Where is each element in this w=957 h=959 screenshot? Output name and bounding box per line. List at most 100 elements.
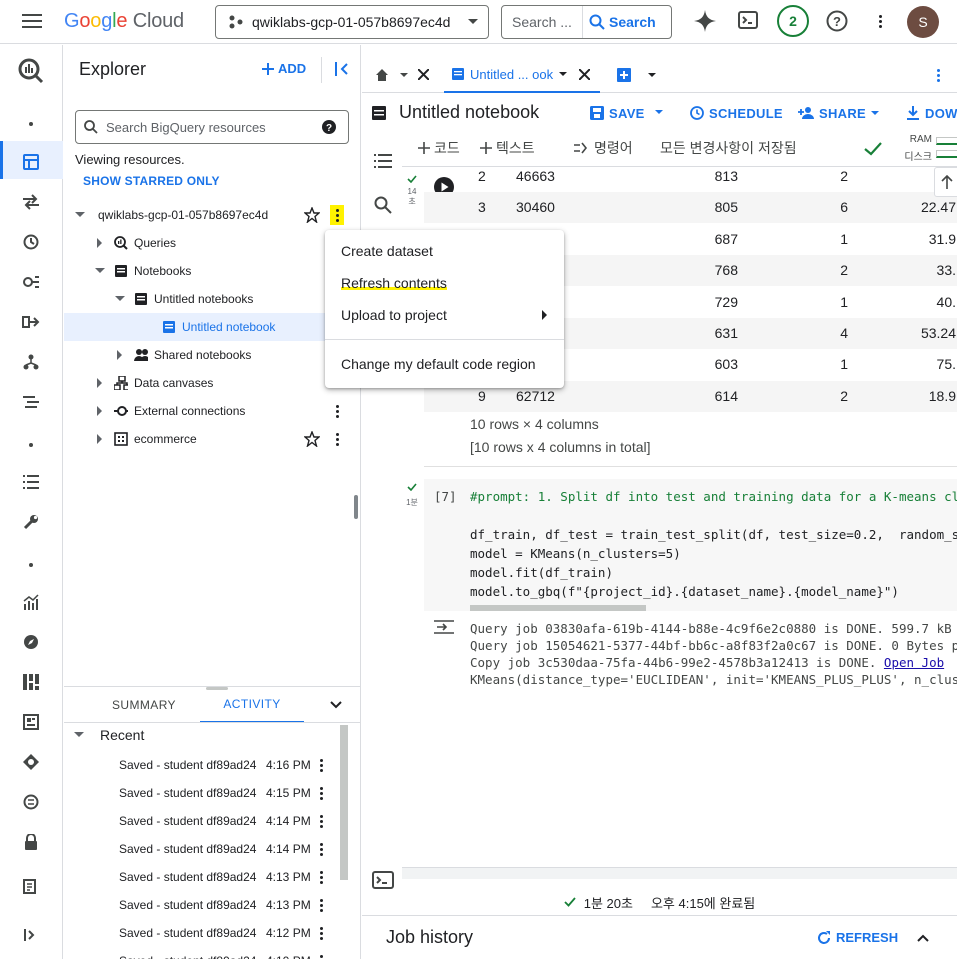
tree-ecommerce[interactable]: ecommerce xyxy=(64,425,350,453)
activity-actions-icon[interactable] xyxy=(314,755,328,775)
caret-down-icon[interactable] xyxy=(114,293,126,305)
activity-actions-icon[interactable] xyxy=(314,895,328,915)
menu-change-code-region[interactable]: Change my default code region xyxy=(325,348,564,380)
policy-icon[interactable] xyxy=(20,791,42,813)
recent-header[interactable]: Recent xyxy=(74,727,144,743)
recent-activity-item[interactable]: Saved - student df89ad24 4:12 PM xyxy=(64,919,344,947)
dataform-icon[interactable] xyxy=(20,351,42,373)
explore-compass-icon[interactable] xyxy=(20,631,42,653)
settings-wrench-icon[interactable] xyxy=(20,511,42,533)
show-starred-link[interactable]: SHOW STARRED ONLY xyxy=(83,174,220,188)
expand-rail-icon[interactable] xyxy=(20,924,42,946)
capacity-icon[interactable] xyxy=(20,671,42,693)
open-job-link[interactable]: Open Job xyxy=(884,655,944,670)
refresh-button[interactable]: REFRESH xyxy=(817,930,898,945)
recent-activity-item[interactable]: Saved - student df89ad24 4:14 PM xyxy=(64,835,344,863)
tree-project[interactable]: qwiklabs-gcp-01-057b8697ec4d xyxy=(64,201,350,229)
star-icon[interactable] xyxy=(304,207,320,223)
tree-untitled-notebooks[interactable]: Untitled notebooks xyxy=(64,285,350,313)
pipelines-icon[interactable] xyxy=(20,311,42,333)
tab-summary[interactable]: SUMMARY xyxy=(94,687,194,723)
add-code-button[interactable]: 코드 xyxy=(418,133,460,163)
menu-upload-to-project[interactable]: Upload to project xyxy=(325,299,564,331)
activity-actions-icon[interactable] xyxy=(314,867,328,887)
collapse-panel-icon[interactable] xyxy=(335,62,349,76)
help-icon[interactable]: ? xyxy=(322,120,336,134)
code-scrollbar[interactable] xyxy=(470,605,646,611)
home-icon[interactable] xyxy=(376,69,388,81)
google-cloud-logo[interactable]: Google Cloud xyxy=(64,10,184,33)
search-input[interactable]: Search ... xyxy=(502,14,582,30)
tab-untitled-notebook[interactable]: Untitled ... ook xyxy=(444,57,600,93)
notebook-title[interactable]: Untitled notebook xyxy=(399,102,539,123)
chevron-up-icon[interactable] xyxy=(917,934,929,942)
chevron-down-icon[interactable] xyxy=(400,73,408,78)
tree-untitled-notebook[interactable]: Untitled notebook xyxy=(64,313,350,341)
activity-actions-icon[interactable] xyxy=(314,839,328,859)
tree-external-connections[interactable]: External connections xyxy=(64,397,350,425)
close-icon[interactable] xyxy=(418,69,429,80)
tab-activity[interactable]: ACTIVITY xyxy=(200,687,304,723)
star-icon[interactable] xyxy=(304,431,320,447)
project-selector[interactable]: qwiklabs-gcp-01-057b8697ec4d xyxy=(215,5,489,39)
output-toggle-icon[interactable] xyxy=(434,619,454,635)
activity-actions-icon[interactable] xyxy=(314,811,328,831)
terminal-icon[interactable] xyxy=(372,871,394,889)
tree-scrollbar[interactable] xyxy=(354,495,358,519)
cloud-shell-icon[interactable] xyxy=(738,11,758,29)
scroll-top-button[interactable] xyxy=(934,167,957,197)
help-icon[interactable]: ? xyxy=(826,10,848,32)
recent-activity-item[interactable]: Saved - student df89ad24 4:14 PM xyxy=(64,807,344,835)
chevron-down-icon[interactable] xyxy=(330,701,342,709)
activity-actions-icon[interactable] xyxy=(314,951,328,959)
caret-right-icon[interactable] xyxy=(94,377,106,389)
search-button[interactable]: Search xyxy=(582,6,671,38)
more-options-icon[interactable] xyxy=(873,11,887,31)
connections-actions-icon[interactable] xyxy=(330,401,344,421)
project-actions-icon[interactable] xyxy=(330,205,344,225)
main-menu-icon[interactable] xyxy=(22,13,42,29)
recent-activity-item[interactable]: Saved - student df89ad24 4:10 PM xyxy=(64,947,344,959)
data-catalog-icon[interactable] xyxy=(20,751,42,773)
tab-options-icon[interactable] xyxy=(931,65,945,85)
activity-scrollbar[interactable] xyxy=(340,725,348,880)
search-field[interactable]: Search ... Search xyxy=(501,5,672,39)
tree-data-canvases[interactable]: Data canvases xyxy=(64,369,350,397)
tree-queries[interactable]: Queries xyxy=(64,229,350,257)
command-palette-button[interactable]: 명령어 xyxy=(574,133,633,163)
tree-shared-notebooks[interactable]: Shared notebooks xyxy=(64,341,350,369)
explorer-search-input[interactable]: Search BigQuery resources ? xyxy=(75,110,349,144)
gemini-icon[interactable] xyxy=(694,10,716,32)
avatar[interactable]: S xyxy=(907,6,939,38)
bigquery-logo-icon[interactable] xyxy=(17,57,45,85)
menu-create-dataset[interactable]: Create dataset xyxy=(325,235,564,267)
resize-handle[interactable] xyxy=(206,687,228,690)
schedule-button[interactable]: SCHEDULE xyxy=(690,93,783,133)
analytics-hub-icon[interactable] xyxy=(20,271,42,293)
lock-icon[interactable] xyxy=(20,831,42,853)
code-cell[interactable]: [7] #prompt: 1. Split df into test and t… xyxy=(424,479,957,611)
recent-activity-item[interactable]: Saved - student df89ad24 4:15 PM xyxy=(64,779,344,807)
caret-down-icon[interactable] xyxy=(74,209,86,221)
new-tab-icon[interactable] xyxy=(617,68,631,82)
tree-notebooks[interactable]: Notebooks xyxy=(64,257,350,285)
search-icon[interactable] xyxy=(374,196,392,214)
table-of-contents-icon[interactable] xyxy=(374,153,392,169)
menu-refresh-contents[interactable]: Refresh contents xyxy=(325,267,564,299)
save-button[interactable]: SAVE xyxy=(590,93,645,133)
release-notes-icon[interactable] xyxy=(20,875,42,897)
horizontal-scrollbar[interactable] xyxy=(402,867,957,879)
caret-right-icon[interactable] xyxy=(114,349,126,361)
metadata-icon[interactable] xyxy=(20,711,42,733)
scheduled-queries-icon[interactable] xyxy=(20,231,42,253)
notifications-badge[interactable]: 2 xyxy=(777,5,809,37)
studio-icon[interactable] xyxy=(20,151,42,173)
caret-right-icon[interactable] xyxy=(94,237,106,249)
dataset-actions-icon[interactable] xyxy=(330,429,344,449)
share-button[interactable]: SHARE xyxy=(798,93,880,133)
add-text-button[interactable]: 텍스트 xyxy=(480,133,535,163)
recent-activity-item[interactable]: Saved - student df89ad24 4:13 PM xyxy=(64,863,344,891)
recent-activity-item[interactable]: Saved - student df89ad24 4:16 PM xyxy=(64,751,344,779)
add-button[interactable]: ADD xyxy=(262,61,306,76)
chevron-down-icon[interactable] xyxy=(655,110,663,115)
